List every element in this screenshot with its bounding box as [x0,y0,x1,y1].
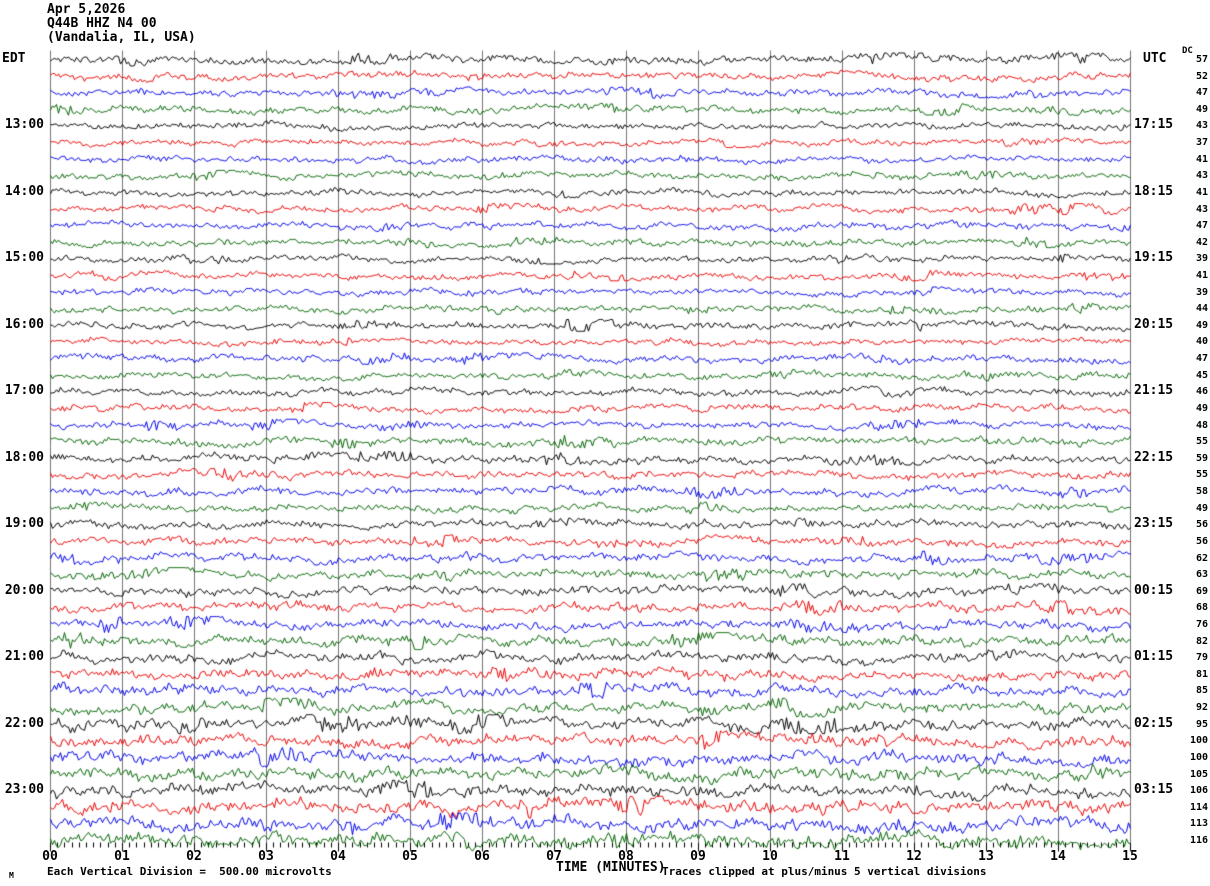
bottom-axis-tick-label: 04 [330,849,346,864]
dc-offset-value: 82 [1195,635,1208,647]
bottom-axis-tick-label: 13 [978,849,994,864]
right-axis-time: 00:15 [1134,582,1174,598]
dc-offset-value: 92 [1195,702,1208,714]
right-axis-time: 02:15 [1134,715,1174,731]
dc-offset-value: 114 [1189,801,1208,813]
dc-offset-value: 55 [1195,436,1208,448]
footer-clip-note: Traces clipped at plus/minus 5 vertical … [662,865,987,878]
dc-offset-value: 76 [1195,618,1208,630]
dc-offset-value: 45 [1195,369,1208,381]
dc-offset-value: 69 [1195,585,1208,597]
dc-offset-value: 49 [1195,319,1208,331]
left-axis-time: 16:00 [4,316,44,332]
dc-offset-value: 48 [1195,419,1208,431]
dc-offset-value: 59 [1195,452,1208,464]
right-axis-time: 20:15 [1134,316,1174,332]
dc-offset-value: 49 [1195,502,1208,514]
dc-offset-value: 43 [1195,203,1208,215]
dc-offset-value: 95 [1195,718,1208,730]
bottom-axis-tick-label: 14 [1050,849,1066,864]
right-axis-label: UTC [1143,51,1167,66]
right-axis-time: 22:15 [1134,449,1174,465]
left-axis-time: 17:00 [4,383,44,399]
right-axis-time: 17:15 [1134,117,1174,133]
bottom-axis-tick-label: 03 [258,849,274,864]
dc-offset-value: 47 [1195,220,1208,232]
bottom-axis-tick-label: 15 [1122,849,1138,864]
dc-offset-value: 47 [1195,353,1208,365]
right-axis-time: 21:15 [1134,383,1174,399]
dc-offset-value: 49 [1195,103,1208,115]
right-axis-time: 23:15 [1134,516,1174,532]
dc-offset-value: 39 [1195,286,1208,298]
bottom-axis-tick-label: 00 [42,849,58,864]
webicorder-screen: Apr 5,2026 Q44B HHZ N4 00 (Vandalia, IL,… [0,0,1210,886]
left-axis-time: 21:00 [4,649,44,665]
dc-offset-value: 63 [1195,569,1208,581]
dc-offset-value: 52 [1195,70,1208,82]
bottom-axis-tick-label: 02 [186,849,202,864]
dc-offset-value: 81 [1195,668,1208,680]
left-axis-time: 15:00 [4,250,44,266]
dc-offset-value: 49 [1195,402,1208,414]
header-station: Q44B HHZ N4 00 [47,16,157,31]
dc-offset-value: 106 [1189,785,1208,797]
bottom-axis-tick-label: 01 [114,849,130,864]
dc-offset-value: 55 [1195,469,1208,481]
bottom-axis-tick-label: 09 [690,849,706,864]
dc-offset-value: 43 [1195,170,1208,182]
footer-scale-note: Each Vertical Division = 500.00 microvol… [47,865,332,878]
left-axis-time: 23:00 [4,782,44,798]
dc-offset-value: 113 [1189,818,1208,830]
header-location: (Vandalia, IL, USA) [47,30,196,45]
dc-offset-value: 37 [1195,137,1208,149]
bottom-axis-tick-label: 05 [402,849,418,864]
left-axis-time: 22:00 [4,715,44,731]
left-axis-label: EDT [2,51,26,66]
left-axis-time: 19:00 [4,516,44,532]
dc-offset-value: 100 [1189,751,1208,763]
left-axis-time: 18:00 [4,449,44,465]
right-axis-time: 03:15 [1134,782,1174,798]
left-axis-time: 13:00 [4,117,44,133]
right-axis-time: 18:15 [1134,183,1174,199]
dc-offset-value: 57 [1195,54,1208,65]
dc-offset-value: 41 [1195,270,1208,282]
seismogram-plot [0,0,1210,886]
dc-offset-value: 46 [1195,386,1208,398]
dc-offset-value: 40 [1195,336,1208,348]
dc-offset-value: 42 [1195,236,1208,248]
header-date: Apr 5,2026 [47,2,126,17]
right-axis-time: 01:15 [1134,649,1174,665]
dc-offset-value: 41 [1195,186,1208,198]
bottom-axis-tick-label: 11 [834,849,850,864]
bottom-axis-tick-label: 06 [474,849,490,864]
bottom-axis-tick-label: 12 [906,849,922,864]
footer-glyph: M [9,871,14,880]
dc-offset-value: 43 [1195,120,1208,132]
dc-offset-value: 39 [1195,253,1208,265]
dc-offset-value: 116 [1189,835,1208,846]
dc-offset-value: 62 [1195,552,1208,564]
dc-offset-value: 47 [1195,87,1208,99]
dc-offset-value: 68 [1195,602,1208,614]
dc-offset-value: 100 [1189,735,1208,747]
right-axis-time: 19:15 [1134,250,1174,266]
dc-offset-value: 79 [1195,652,1208,664]
dc-offset-value: 41 [1195,153,1208,165]
dc-offset-value: 85 [1195,685,1208,697]
dc-offset-value: 56 [1195,519,1208,531]
left-axis-time: 20:00 [4,582,44,598]
dc-offset-value: 56 [1195,535,1208,547]
dc-offset-value: 58 [1195,486,1208,498]
dc-offset-value: 44 [1195,303,1208,315]
left-axis-time: 14:00 [4,183,44,199]
bottom-axis-tick-label: 10 [762,849,778,864]
dc-offset-value: 105 [1189,768,1208,780]
bottom-axis-label: TIME (MINUTES) [556,860,666,875]
